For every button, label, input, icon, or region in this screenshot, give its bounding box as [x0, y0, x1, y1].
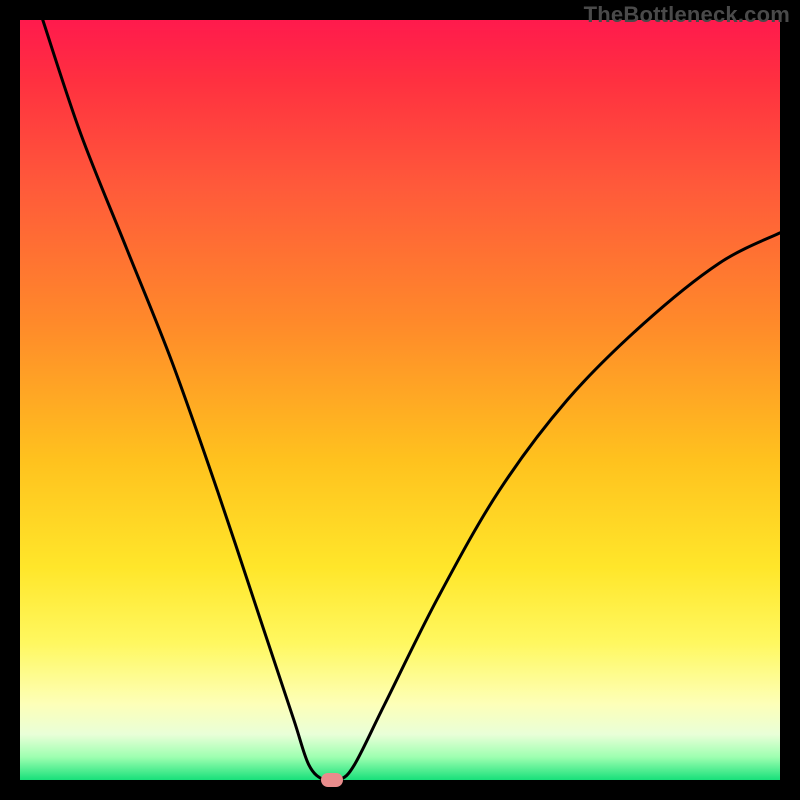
watermark-text: TheBottleneck.com [584, 2, 790, 28]
chart-frame: TheBottleneck.com [0, 0, 800, 800]
bottleneck-curve [20, 20, 780, 780]
min-marker [321, 773, 343, 787]
curve-path [43, 20, 780, 780]
